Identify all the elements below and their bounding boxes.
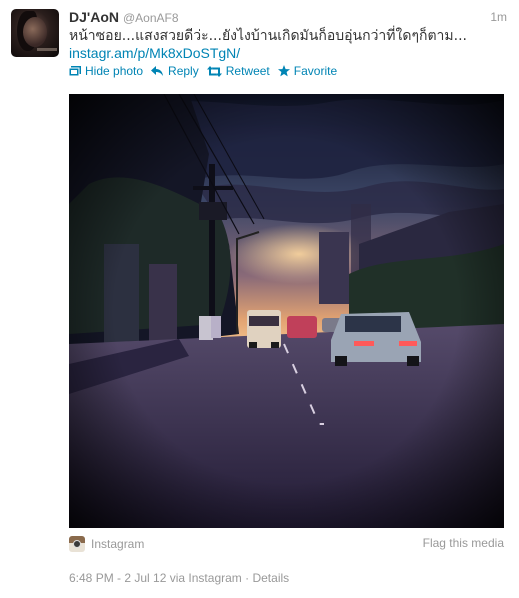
provider-label: Instagram — [91, 537, 145, 551]
tweet-link[interactable]: instagr.am/p/Mk8xDoSTgN/ — [69, 44, 240, 62]
reply-arrow-icon — [151, 65, 164, 76]
instagram-icon — [69, 536, 85, 552]
timestamp[interactable]: 1m — [490, 10, 507, 24]
reply-label: Reply — [168, 64, 199, 78]
favorite-label: Favorite — [293, 64, 338, 78]
tweet-actions: Hide photo Reply Retweet Favorite — [69, 64, 337, 78]
retweet-icon — [206, 65, 222, 77]
via-prefix: via — [169, 571, 186, 585]
footer-separator: · — [245, 571, 250, 585]
hide-photo-label: Hide photo — [85, 64, 144, 78]
retweet-label: Retweet — [225, 64, 270, 78]
media-provider[interactable]: Instagram — [69, 536, 144, 552]
avatar[interactable] — [11, 9, 59, 57]
street-sunset-photo — [69, 94, 504, 528]
tweet: DJ'AoN @AonAF8 1m หน้าซอย...แสงสวยดีว่ะ..… — [0, 0, 519, 598]
avatar-caption-mark — [37, 48, 57, 51]
reply-button[interactable]: Reply — [151, 64, 199, 78]
photo-icon — [69, 65, 81, 76]
avatar-face — [23, 17, 47, 47]
tweet-footer: 6:48 PM - 2 Jul 12 via Instagram · Detai… — [69, 571, 289, 585]
tweet-header: DJ'AoN @AonAF8 1m — [69, 9, 507, 27]
tweet-text: หน้าซอย...แสงสวยดีว่ะ...ยังไงบ้านเกิดมัน… — [69, 28, 467, 44]
username[interactable]: @AonAF8 — [123, 11, 179, 25]
fullname[interactable]: DJ'AoN — [69, 9, 119, 25]
tweet-date[interactable]: 6:48 PM - 2 Jul 12 — [69, 571, 166, 585]
media-meta: Instagram Flag this media — [69, 536, 504, 554]
hide-photo-button[interactable]: Hide photo — [69, 64, 143, 78]
favorite-button[interactable]: Favorite — [277, 64, 338, 78]
flag-media-link[interactable]: Flag this media — [423, 536, 504, 550]
retweet-button[interactable]: Retweet — [206, 64, 270, 78]
star-icon — [277, 65, 290, 77]
tweet-photo[interactable] — [69, 94, 504, 528]
details-link[interactable]: Details — [252, 571, 289, 585]
via-source[interactable]: Instagram — [188, 571, 241, 585]
